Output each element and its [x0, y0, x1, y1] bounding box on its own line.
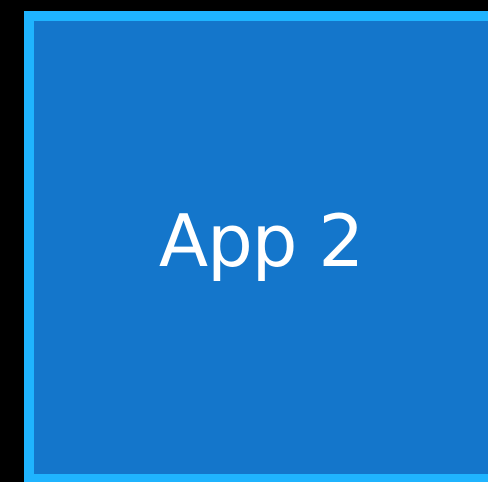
app-tile-label: App 2 — [158, 198, 364, 283]
screen: App 2 — [0, 0, 488, 482]
app-tile-app-2[interactable]: App 2 — [24, 11, 488, 482]
